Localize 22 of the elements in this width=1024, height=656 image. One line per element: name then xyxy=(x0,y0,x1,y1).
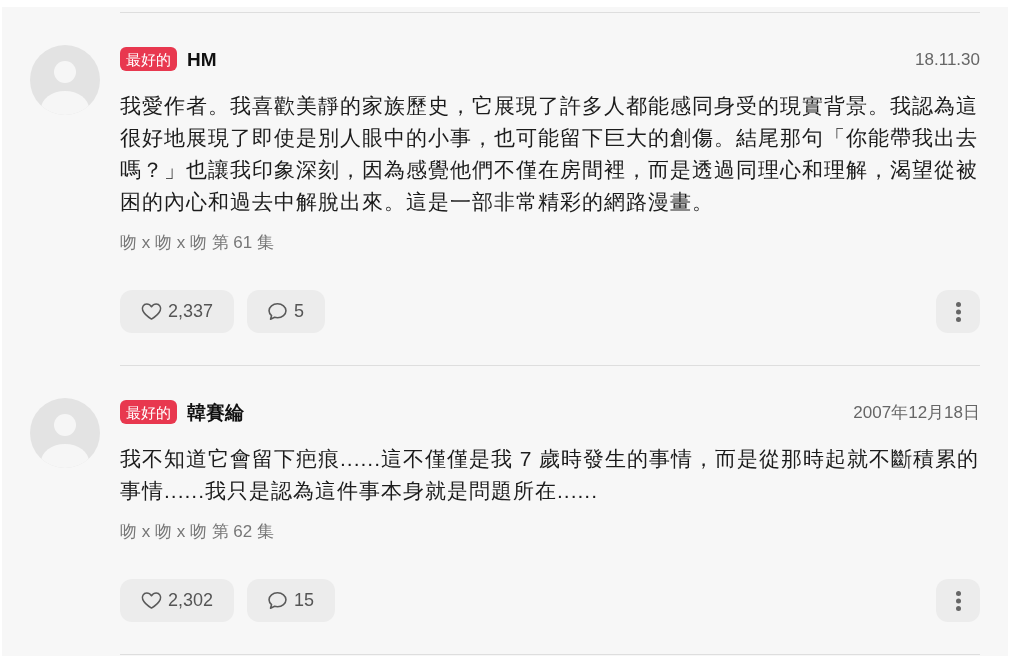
reply-button[interactable]: 15 xyxy=(247,579,336,622)
episode-label: 吻 x 吻 x 吻 第 62 集 xyxy=(120,521,274,543)
more-button[interactable] xyxy=(936,579,980,622)
comment-text: 我愛作者。我喜歡美靜的家族歷史，它展現了許多人都能感同身受的現實背景。我認為這很好地展現了即使是別人眼中的小事，也可能留下巨大的創傷。結尾那句「你能帶我出去嗎？」也讓我印象深刻，因為感覺他們不僅在房間裡，而是透過同理心和理解，渴望從被困的內心和過去中解脫出來。這是一部非常精彩的網路漫畫。 xyxy=(120,93,979,215)
more-button[interactable] xyxy=(936,290,980,333)
reply-button[interactable]: 5 xyxy=(247,290,326,333)
episode-label: 吻 x 吻 x 吻 第 61 集 xyxy=(120,232,274,254)
speech-bubble-icon xyxy=(268,592,288,609)
author-name: HM xyxy=(187,49,217,69)
comment-date: 2007年12月18日 xyxy=(853,403,980,421)
comment-date: 18.11.30 xyxy=(915,50,980,68)
more-icon xyxy=(955,589,961,612)
heart-icon xyxy=(141,303,162,320)
comment-text: 我不知道它會留下疤痕......這不僅僅是我 7 歲時發生的事情，而是從那時起就不斷積累的事情......我只是認為這件事本身就是問題所在...... xyxy=(120,446,980,504)
like-button[interactable]: 2,302 xyxy=(120,579,235,622)
best-badge: 最好的 xyxy=(120,47,177,71)
author-name: 韓賽綸 xyxy=(187,402,244,422)
heart-icon xyxy=(141,592,162,609)
speech-bubble-icon xyxy=(268,303,288,320)
more-icon xyxy=(955,300,961,323)
like-button[interactable]: 2,337 xyxy=(120,290,235,333)
best-badge: 最好的 xyxy=(120,400,177,424)
